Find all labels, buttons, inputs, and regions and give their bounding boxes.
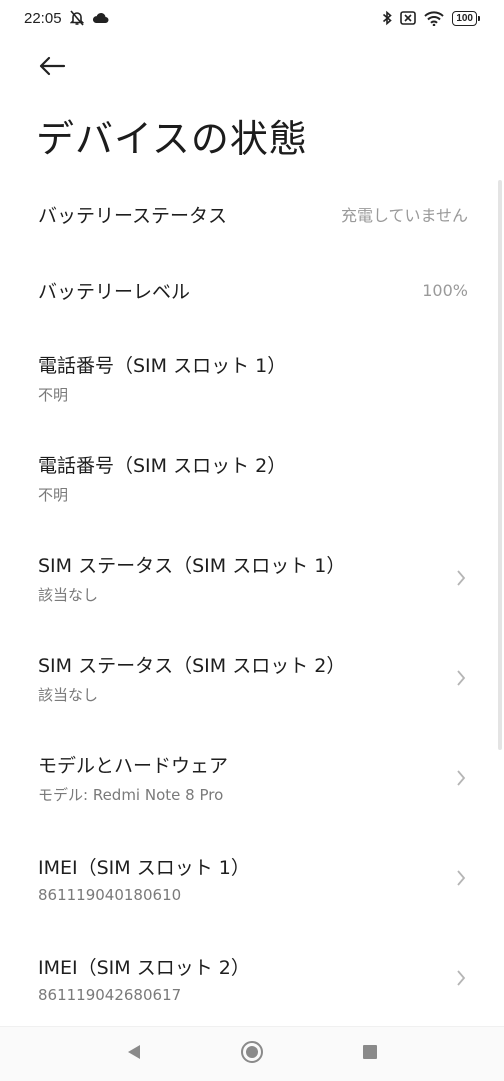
- row-title: 電話番号（SIM スロット 2）: [38, 455, 287, 477]
- model-hardware-row[interactable]: モデルとハードウェア モデル: Redmi Note 8 Pro: [0, 728, 504, 828]
- arrow-left-icon: [38, 56, 66, 80]
- chevron-right-icon: [454, 968, 468, 988]
- row-title: SIM ステータス（SIM スロット 2）: [38, 655, 346, 677]
- row-title: バッテリーレベル: [38, 280, 191, 303]
- wifi-icon: [424, 10, 445, 26]
- back-triangle-icon: [126, 1043, 142, 1065]
- phone-number-slot2-row: 電話番号（SIM スロット 2） 不明: [0, 428, 504, 528]
- navigation-bar: [0, 1026, 504, 1081]
- no-sim-icon: [400, 11, 417, 25]
- row-subtitle: 不明: [38, 386, 69, 404]
- row-title: バッテリーステータス: [38, 204, 228, 227]
- status-bar-right: 100: [382, 10, 480, 26]
- nav-home-button[interactable]: [237, 1039, 267, 1069]
- bell-off-icon: [69, 10, 84, 26]
- cloud-icon: [92, 12, 109, 24]
- chevron-right-icon: [454, 568, 468, 588]
- imei-slot1-row[interactable]: IMEI（SIM スロット 1） 861119040180610: [0, 828, 504, 928]
- status-bar-left: 22:05: [24, 10, 109, 27]
- row-subtitle: 861119040180610: [38, 885, 182, 904]
- battery-icon: 100: [452, 10, 480, 26]
- nav-back-button[interactable]: [119, 1039, 149, 1069]
- row-title: IMEI（SIM スロット 1）: [38, 856, 250, 879]
- row-value: 100%: [422, 280, 468, 300]
- chevron-right-icon: [454, 668, 468, 688]
- chevron-right-icon: [454, 868, 468, 888]
- imei-slot2-row[interactable]: IMEI（SIM スロット 2） 861119042680617: [0, 928, 504, 1028]
- row-title: SIM ステータス（SIM スロット 1）: [38, 555, 346, 577]
- battery-level-text: 100: [456, 12, 473, 24]
- nav-recents-button[interactable]: [355, 1039, 385, 1069]
- row-subtitle: モデル: Redmi Note 8 Pro: [38, 786, 224, 804]
- row-subtitle: 不明: [38, 486, 69, 504]
- row-subtitle: 該当なし: [38, 686, 99, 704]
- sim-status-slot2-row[interactable]: SIM ステータス（SIM スロット 2） 該当なし: [0, 628, 504, 728]
- phone-number-slot1-row: 電話番号（SIM スロット 1） 不明: [0, 328, 504, 428]
- page-title: デバイスの状態: [36, 117, 308, 161]
- status-time: 22:05: [24, 9, 62, 27]
- row-subtitle: 該当なし: [38, 586, 99, 604]
- sim-status-slot1-row[interactable]: SIM ステータス（SIM スロット 1） 該当なし: [0, 528, 504, 628]
- battery-status-row: バッテリーステータス 充電していません: [0, 176, 504, 252]
- back-button[interactable]: [30, 50, 74, 86]
- home-circle-icon: [240, 1040, 264, 1068]
- row-title: 電話番号（SIM スロット 1）: [38, 355, 287, 377]
- bluetooth-icon: [382, 10, 393, 26]
- row-title: IMEI（SIM スロット 2）: [38, 956, 250, 979]
- chevron-right-icon: [454, 768, 468, 788]
- battery-level-row: バッテリーレベル 100%: [0, 252, 504, 328]
- row-subtitle: 861119042680617: [38, 985, 182, 1004]
- row-value: 充電していません: [340, 206, 468, 225]
- recents-square-icon: [362, 1044, 378, 1064]
- status-bar: 22:05 100: [0, 0, 504, 36]
- row-title: モデルとハードウェア: [38, 755, 229, 777]
- settings-list: バッテリーステータス 充電していません バッテリーレベル 100% 電話番号（S…: [0, 176, 504, 1028]
